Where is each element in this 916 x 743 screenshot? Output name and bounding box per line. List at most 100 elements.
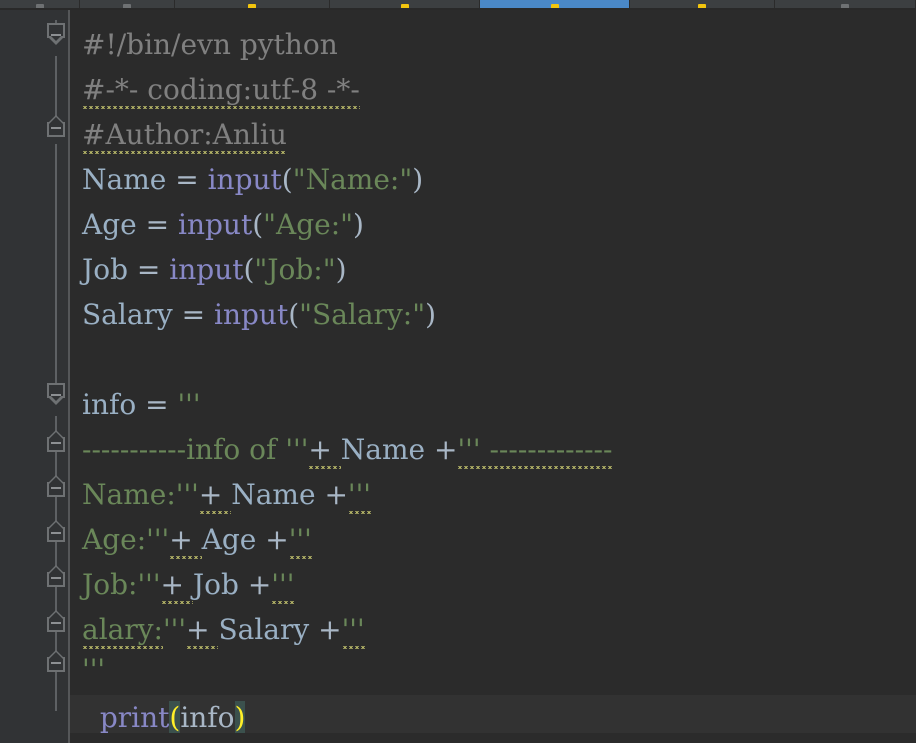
- code-token: Age:: [82, 523, 147, 556]
- bottom-gutter-separator: [68, 733, 70, 743]
- code-token: (: [281, 163, 293, 196]
- editor-tab-4[interactable]: [480, 0, 630, 8]
- fold-marker-line-15[interactable]: [44, 648, 68, 672]
- fold-marker-body: [47, 482, 65, 497]
- code-token: Name: [231, 478, 325, 511]
- code-token: ''': [175, 478, 199, 511]
- code-line-13[interactable]: Job:'''+ Job +''': [82, 562, 295, 607]
- editor-tab-5[interactable]: [630, 0, 775, 8]
- code-text-area[interactable]: #!/bin/evn python #-*- coding:utf-8 -*- #A…: [70, 10, 916, 743]
- code-line-10[interactable]: -----------info of '''+ Name +''' ------…: [82, 427, 613, 472]
- code-token: +: [186, 613, 219, 649]
- fold-marker-tip: [47, 430, 65, 439]
- code-line-6[interactable]: Job = input("Job:"): [82, 247, 347, 292]
- collapse-icon: [51, 442, 61, 444]
- fold-marker-tip: [47, 34, 65, 45]
- code-token: ''': [288, 523, 312, 559]
- code-token: input: [169, 253, 244, 286]
- code-token: +: [324, 478, 348, 511]
- fold-marker-line-1[interactable]: [44, 23, 68, 47]
- code-token: #Author:Anliu: [82, 118, 287, 154]
- code-token: =: [136, 253, 170, 286]
- code-token: =: [145, 208, 178, 241]
- code-token: +: [247, 568, 272, 601]
- code-token: ): [353, 208, 364, 241]
- fold-marker-tip: [47, 394, 65, 405]
- collapse-icon: [51, 34, 61, 36]
- code-token: =: [145, 388, 178, 421]
- code-token: (: [252, 208, 264, 241]
- fold-marker-line-14[interactable]: [44, 608, 68, 632]
- fold-marker-body: [47, 437, 65, 452]
- code-token: =: [175, 163, 208, 196]
- fold-marker-line-3[interactable]: [44, 113, 68, 137]
- code-token: Job: [192, 568, 248, 601]
- code-token: "Salary:": [299, 298, 426, 331]
- collapse-icon: [51, 394, 61, 396]
- fold-connector: [55, 144, 57, 394]
- code-line-7[interactable]: Salary = input("Salary:"): [82, 292, 436, 337]
- code-line-2[interactable]: #-*- coding:utf-8 -*-: [82, 67, 360, 112]
- code-line-4[interactable]: Name = input("Name:"): [82, 157, 423, 202]
- editor-tab-0[interactable]: [0, 0, 80, 8]
- fold-marker-line-11[interactable]: [44, 473, 68, 497]
- code-token: input: [214, 298, 289, 331]
- code-line-15[interactable]: ''': [82, 647, 105, 692]
- code-line-9[interactable]: info = ''': [82, 382, 201, 427]
- code-token: alary:: [82, 613, 163, 649]
- fold-marker-body: [47, 122, 65, 137]
- editor-tab-3[interactable]: [330, 0, 480, 8]
- fold-marker-line-12[interactable]: [44, 518, 68, 542]
- code-token: ''': [347, 478, 371, 514]
- code-line-14[interactable]: alary:'''+ Salary +''': [82, 607, 365, 652]
- fold-marker-line-13[interactable]: [44, 563, 68, 587]
- code-token: Age: [201, 523, 266, 556]
- fold-marker-line-10[interactable]: [44, 428, 68, 452]
- code-folding-gutter[interactable]: [45, 10, 68, 743]
- editor-tab-6[interactable]: [775, 0, 916, 8]
- code-token: info: [82, 388, 146, 421]
- fold-marker-tip: [47, 520, 65, 529]
- code-editor[interactable]: #!/bin/evn python #-*- coding:utf-8 -*- #A…: [0, 10, 916, 743]
- code-token: ): [425, 298, 437, 331]
- code-token: ''': [82, 653, 106, 686]
- line-number-gutter[interactable]: [0, 10, 45, 743]
- code-token: Name: [340, 433, 434, 466]
- fold-marker-tip: [47, 115, 65, 124]
- code-token: input: [207, 163, 282, 196]
- fold-marker-body: [47, 572, 65, 587]
- fold-marker-tip: [47, 650, 65, 659]
- code-token: "Name:": [292, 163, 413, 196]
- editor-tab-1[interactable]: [80, 0, 175, 8]
- code-token: +: [318, 613, 342, 646]
- code-token: +: [169, 523, 202, 559]
- code-token: Job:: [82, 568, 138, 601]
- code-token: #-*- coding:utf-8 -*-: [82, 73, 360, 109]
- code-line-11[interactable]: Name:'''+ Name +''': [82, 472, 371, 517]
- code-token: +: [198, 478, 232, 514]
- fold-marker-line-9[interactable]: [44, 383, 68, 407]
- collapse-icon: [51, 662, 61, 664]
- fold-marker-body: [47, 617, 65, 632]
- code-token: ): [234, 701, 246, 734]
- code-line-5[interactable]: Age = input("Age:"): [82, 202, 364, 247]
- fold-marker-body: [47, 657, 65, 672]
- code-line-1[interactable]: #!/bin/evn python: [82, 22, 338, 67]
- editor-tab-2[interactable]: [175, 0, 330, 8]
- code-token: (: [169, 701, 181, 734]
- code-token: ''': [177, 388, 201, 421]
- code-token: +: [308, 433, 341, 469]
- editor-bottom-strip: [0, 733, 916, 743]
- code-token: Salary: [82, 298, 182, 331]
- code-token: ''' -------------: [457, 433, 613, 469]
- code-token: input: [178, 208, 253, 241]
- code-token: +: [160, 568, 193, 604]
- code-token: Name: [82, 163, 176, 196]
- code-token: -----------info of: [82, 433, 286, 466]
- code-token: (: [288, 298, 300, 331]
- code-line-3[interactable]: #Author:Anliu: [82, 112, 287, 157]
- fold-marker-tip: [47, 610, 65, 619]
- code-token: info: [180, 701, 235, 734]
- editor-tab-bar[interactable]: [0, 0, 916, 8]
- code-line-12[interactable]: Age:'''+ Age +''': [82, 517, 312, 562]
